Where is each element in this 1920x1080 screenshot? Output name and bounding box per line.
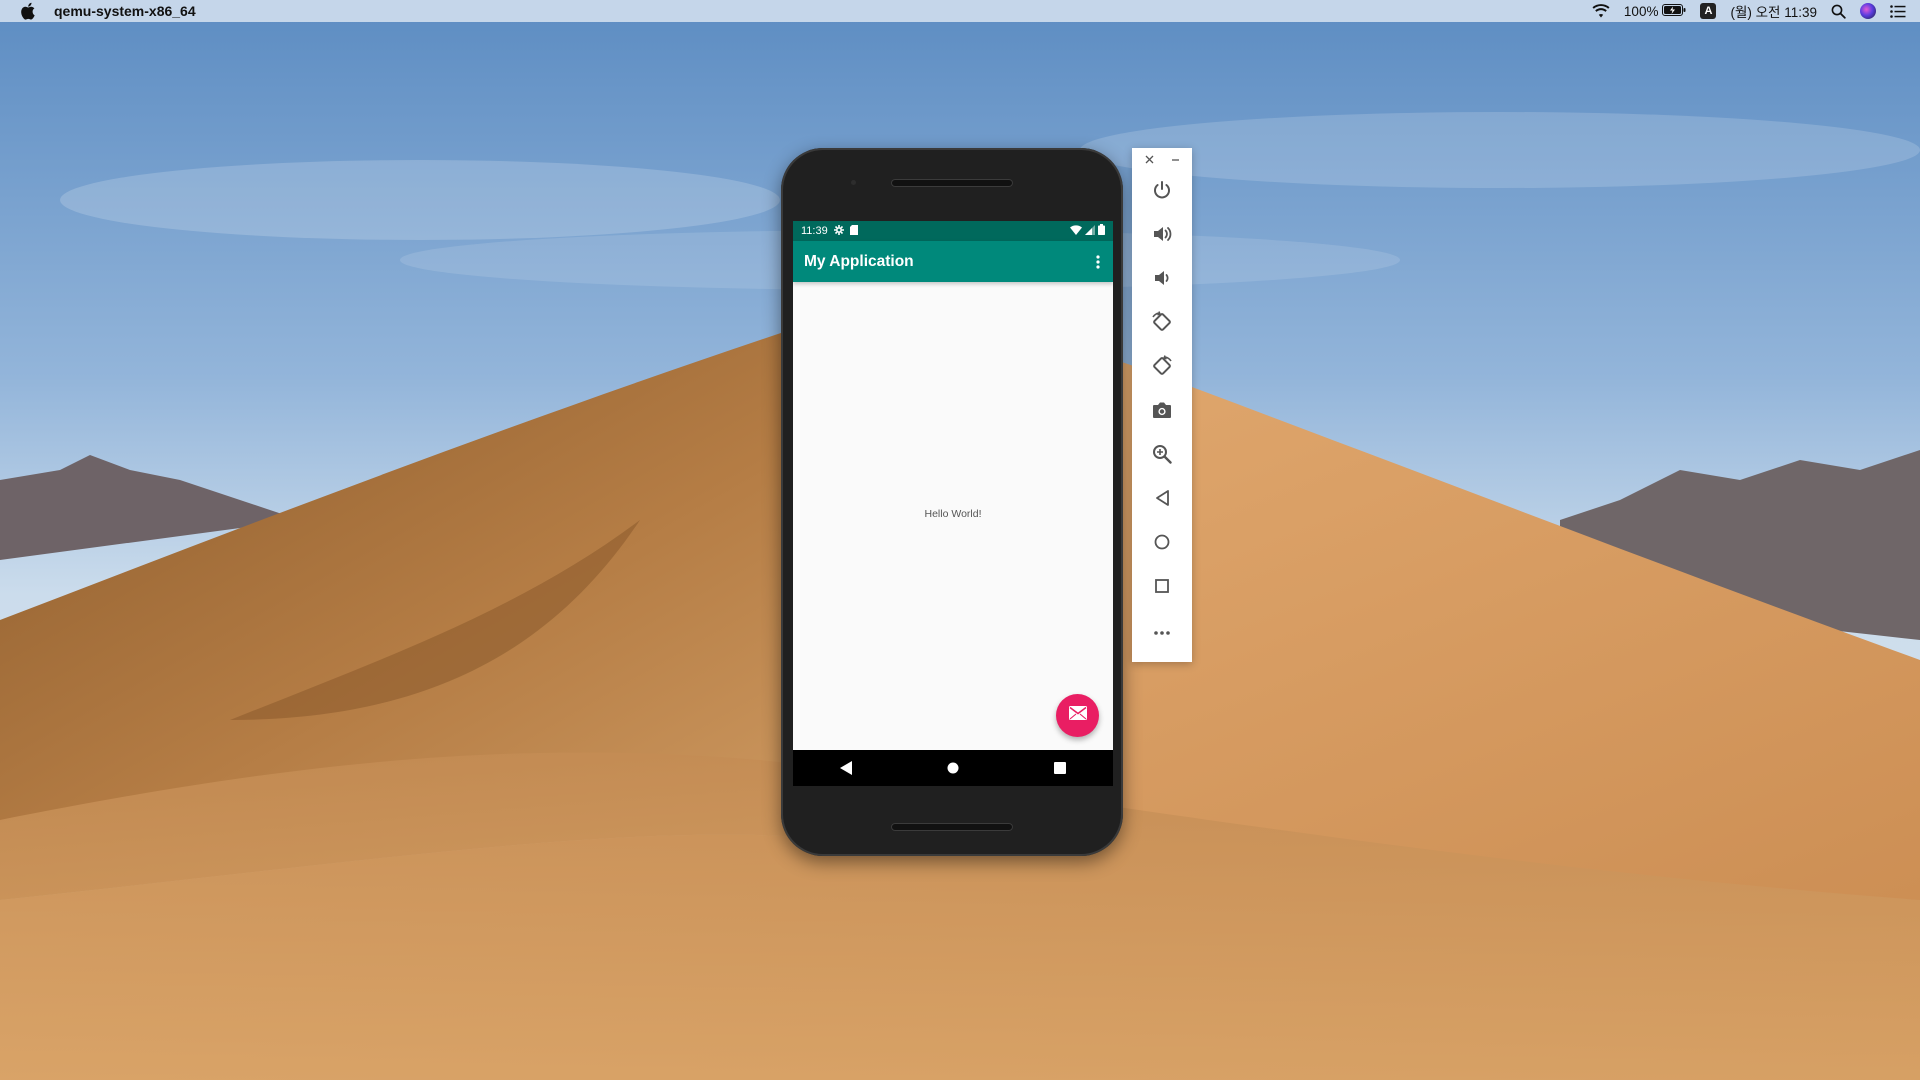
nav-overview-button[interactable]	[1040, 753, 1080, 783]
email-fab-button[interactable]	[1056, 694, 1099, 737]
overview-icon	[1154, 578, 1170, 599]
rotate-right-button[interactable]	[1132, 346, 1192, 390]
hello-world-text: Hello World!	[924, 508, 982, 520]
app-content: Hello World!	[793, 282, 1113, 750]
front-camera	[851, 180, 856, 185]
android-screen[interactable]: 11:39 My Application Hello World!	[793, 221, 1113, 786]
settings-notification-icon	[833, 224, 844, 238]
home-button[interactable]	[1132, 522, 1192, 566]
back-icon	[1154, 489, 1170, 512]
wifi-icon[interactable]	[1592, 4, 1610, 18]
emulator-toolbar	[1132, 148, 1192, 662]
power-icon	[1152, 180, 1172, 205]
rotate-left-icon	[1151, 310, 1173, 338]
volume-down-button[interactable]	[1132, 258, 1192, 302]
more-icon	[1153, 623, 1171, 641]
close-icon[interactable]	[1142, 152, 1156, 166]
zoom-icon	[1152, 444, 1172, 469]
rotate-right-icon	[1151, 354, 1173, 382]
power-button[interactable]	[1132, 170, 1192, 214]
more-options-button[interactable]	[1132, 610, 1192, 654]
nav-back-button[interactable]	[826, 753, 866, 783]
input-method-icon[interactable]: A	[1700, 3, 1717, 19]
status-time: 11:39	[801, 225, 828, 237]
emulator-device-frame: 11:39 My Application Hello World!	[781, 148, 1123, 856]
cell-signal-icon	[1085, 224, 1095, 238]
battery-full-icon	[1098, 224, 1105, 238]
toolbar-header	[1132, 148, 1192, 170]
back-button[interactable]	[1132, 478, 1192, 522]
wifi-signal-icon	[1070, 224, 1082, 238]
android-status-bar: 11:39	[793, 221, 1113, 241]
battery-percent: 100%	[1623, 3, 1659, 19]
nav-home-button[interactable]	[933, 753, 973, 783]
screenshot-button[interactable]	[1132, 390, 1192, 434]
earpiece-speaker	[891, 179, 1013, 187]
menubar-clock[interactable]: (월) 오전 11:39	[1730, 1, 1817, 21]
app-toolbar: My Application	[793, 241, 1113, 282]
sd-card-icon	[849, 224, 858, 238]
volume-down-icon	[1152, 268, 1172, 293]
home-icon	[1153, 533, 1171, 556]
status-menus: 100% A (월) 오전 11:39	[1592, 0, 1906, 22]
android-navigation-bar	[793, 750, 1113, 786]
minimize-icon[interactable]	[1168, 152, 1182, 166]
battery-icon	[1662, 3, 1686, 19]
active-app-name[interactable]: qemu-system-x86_64	[54, 3, 196, 19]
app-title: My Application	[804, 252, 914, 270]
bottom-speaker	[891, 823, 1013, 831]
battery-status[interactable]: 100%	[1623, 3, 1687, 19]
menu-bar: qemu-system-x86_64 100% A (월) 오전 11:39	[0, 0, 1920, 22]
rotate-left-button[interactable]	[1132, 302, 1192, 346]
siri-icon[interactable]	[1860, 3, 1876, 19]
spotlight-icon[interactable]	[1831, 4, 1846, 19]
camera-icon	[1152, 401, 1172, 424]
apple-icon[interactable]	[20, 2, 36, 20]
notification-center-icon[interactable]	[1890, 4, 1906, 18]
overflow-menu-icon[interactable]	[1093, 253, 1103, 271]
overview-button[interactable]	[1132, 566, 1192, 610]
volume-up-icon	[1152, 224, 1172, 249]
volume-up-button[interactable]	[1132, 214, 1192, 258]
zoom-button[interactable]	[1132, 434, 1192, 478]
email-icon	[1068, 706, 1087, 725]
